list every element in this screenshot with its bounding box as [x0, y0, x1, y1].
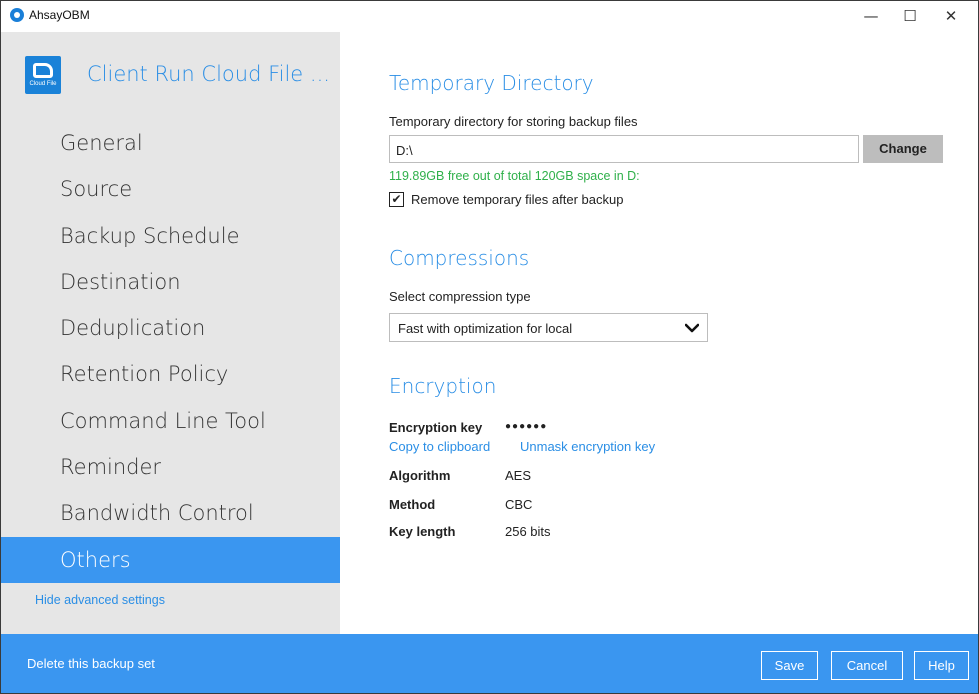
- compression-type-label: Select compression type: [389, 289, 531, 304]
- method-value: CBC: [505, 497, 533, 512]
- sidebar-item-deduplication[interactable]: Deduplication: [1, 305, 340, 351]
- settings-panel: Temporary Directory Temporary directory …: [341, 32, 978, 634]
- compression-type-select[interactable]: Fast with optimization for local: [389, 313, 708, 342]
- app-window: AhsayOBM — ☐ ✕ Cloud File Client Run Clo…: [0, 0, 979, 694]
- encryption-key-label: Encryption key: [389, 420, 483, 435]
- cancel-button[interactable]: Cancel: [831, 651, 903, 680]
- remove-temp-files-label[interactable]: Remove temporary files after backup: [411, 192, 623, 207]
- title-bar: AhsayOBM — ☐ ✕: [1, 1, 978, 31]
- hide-advanced-settings-link[interactable]: Hide advanced settings: [35, 593, 165, 607]
- sidebar-nav: General Source Backup Schedule Destinati…: [1, 120, 340, 583]
- change-directory-button[interactable]: Change: [863, 135, 943, 163]
- sidebar-item-retention-policy[interactable]: Retention Policy: [1, 351, 340, 397]
- sidebar-item-source[interactable]: Source: [1, 166, 340, 212]
- cloud-file-icon: Cloud File: [25, 56, 61, 94]
- sidebar-item-reminder[interactable]: Reminder: [1, 444, 340, 490]
- app-title: AhsayOBM: [29, 8, 90, 22]
- temporary-directory-label: Temporary directory for storing backup f…: [389, 114, 638, 129]
- method-label: Method: [389, 497, 436, 512]
- sidebar-item-others[interactable]: Others: [1, 536, 340, 583]
- algorithm-label: Algorithm: [389, 468, 451, 483]
- copy-to-clipboard-link[interactable]: Copy to clipboard: [389, 439, 490, 454]
- temporary-directory-input[interactable]: D:\: [389, 135, 859, 163]
- temporary-directory-heading: Temporary Directory: [389, 71, 594, 95]
- algorithm-value: AES: [505, 468, 532, 483]
- encryption-heading: Encryption: [389, 374, 497, 398]
- maximize-button[interactable]: ☐: [890, 1, 930, 31]
- unmask-encryption-key-link[interactable]: Unmask encryption key: [520, 439, 655, 454]
- save-button[interactable]: Save: [761, 651, 818, 680]
- help-button[interactable]: Help: [914, 651, 969, 680]
- sidebar-item-bandwidth-control[interactable]: Bandwidth Control: [1, 490, 340, 536]
- sidebar-item-general[interactable]: General: [1, 120, 340, 166]
- chevron-down-icon: [685, 323, 699, 333]
- key-length-label: Key length: [389, 524, 456, 539]
- compression-type-value: Fast with optimization for local: [398, 321, 573, 336]
- delete-backup-set-link[interactable]: Delete this backup set: [27, 656, 155, 671]
- remove-temp-files-checkbox[interactable]: ✔: [389, 192, 404, 207]
- sidebar: Cloud File Client Run Cloud File ... Gen…: [1, 32, 340, 634]
- compressions-heading: Compressions: [389, 246, 530, 270]
- sidebar-item-command-line-tool[interactable]: Command Line Tool: [1, 398, 340, 444]
- sidebar-item-destination[interactable]: Destination: [1, 259, 340, 305]
- cloud-file-icon-caption: Cloud File: [29, 81, 57, 87]
- free-space-text: 119.89GB free out of total 120GB space i…: [389, 169, 640, 183]
- cloud-shape: [33, 63, 53, 78]
- close-button[interactable]: ✕: [931, 1, 971, 31]
- minimize-button[interactable]: —: [851, 1, 891, 31]
- footer-bar: Delete this backup set Save Cancel Help: [1, 634, 978, 693]
- encryption-key-masked: ●●●●●●: [505, 421, 548, 432]
- backup-set-title: Client Run Cloud File ...: [87, 62, 330, 86]
- ahsay-logo-icon: [10, 8, 24, 22]
- key-length-value: 256 bits: [505, 524, 551, 539]
- sidebar-item-backup-schedule[interactable]: Backup Schedule: [1, 213, 340, 259]
